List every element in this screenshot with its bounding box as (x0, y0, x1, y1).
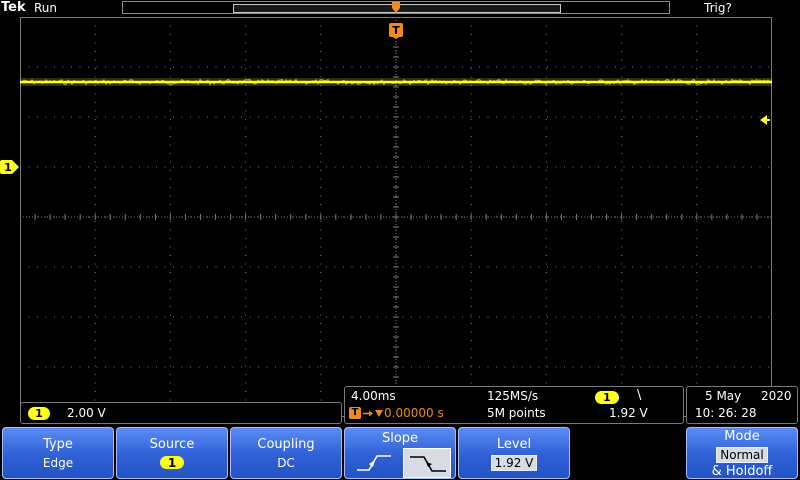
time-per-division: 4.00ms (351, 389, 396, 403)
waveform-display[interactable] (20, 17, 772, 417)
type-value: Edge (42, 456, 74, 470)
level-value: 1.92 V (490, 455, 538, 471)
coupling-value: DC (277, 456, 295, 470)
record-view-bar (122, 1, 670, 14)
brand-logo: Tek (1, 0, 26, 15)
channel1-marker-label: 1 (4, 161, 12, 174)
source-value: 1 (160, 456, 184, 470)
mode-label: Mode (724, 429, 760, 444)
trigger-menu: Type Edge Source 1 Coupling DC Slope Lev… (0, 426, 800, 480)
channel1-badge: 1 (28, 407, 50, 420)
type-label: Type (43, 437, 73, 452)
acquisition-state: Run (34, 1, 58, 15)
falling-edge-selected[interactable] (403, 448, 451, 478)
year: 2020 (761, 389, 792, 403)
mode-holdoff-button[interactable]: Mode Normal & Holdoff (686, 427, 798, 479)
falling-edge-icon (410, 456, 446, 472)
trigger-position-arrow-icon (363, 410, 383, 417)
coupling-button[interactable]: Coupling DC (230, 427, 342, 479)
trigger-level-readout: 1.92 V (609, 406, 648, 420)
time: 10: 26: 28 (695, 406, 757, 420)
rising-edge-icon[interactable] (353, 450, 397, 476)
mode-value: Normal (716, 447, 768, 463)
record-length: 5M points (487, 406, 546, 420)
graticule-grid (20, 17, 772, 417)
channel1-readout[interactable]: 1 2.00 V (20, 402, 342, 424)
level-label: Level (496, 437, 532, 452)
slope-label: Slope (381, 431, 419, 446)
trigger-level-arrow-icon[interactable] (759, 114, 771, 126)
date-time-readout: 5 May 2020 10: 26: 28 (686, 386, 798, 424)
sample-rate: 125MS/s (487, 389, 539, 403)
trigger-marker-label: T (392, 24, 400, 37)
status-bar: Tek Run Trig? (0, 0, 800, 16)
slope-button[interactable]: Slope (344, 427, 456, 479)
source-button[interactable]: Source 1 (116, 427, 228, 479)
date: 5 May (705, 389, 742, 403)
record-trigger-icon (392, 2, 400, 13)
trigger-source-badge: 1 (595, 391, 619, 404)
coupling-label: Coupling (257, 437, 315, 452)
trigger-slope-symbol: \ (637, 388, 642, 403)
channel1-scale: 2.00 V (67, 406, 106, 420)
type-button[interactable]: Type Edge (2, 427, 114, 479)
trigger-state: Trig? (704, 1, 732, 15)
holdoff-label: & Holdoff (711, 464, 773, 479)
trigger-position-icon: T (349, 407, 361, 419)
channel1-ground-marker[interactable]: 1 (0, 159, 20, 175)
trigger-position-value: 0.00000 s (384, 406, 444, 420)
trigger-position-marker[interactable]: T (389, 23, 403, 39)
level-button[interactable]: Level 1.92 V (458, 427, 570, 479)
horizontal-trigger-readout[interactable]: 4.00ms 125MS/s 1 \ T 0.00000 s 5M points… (344, 386, 684, 424)
source-label: Source (149, 437, 195, 452)
